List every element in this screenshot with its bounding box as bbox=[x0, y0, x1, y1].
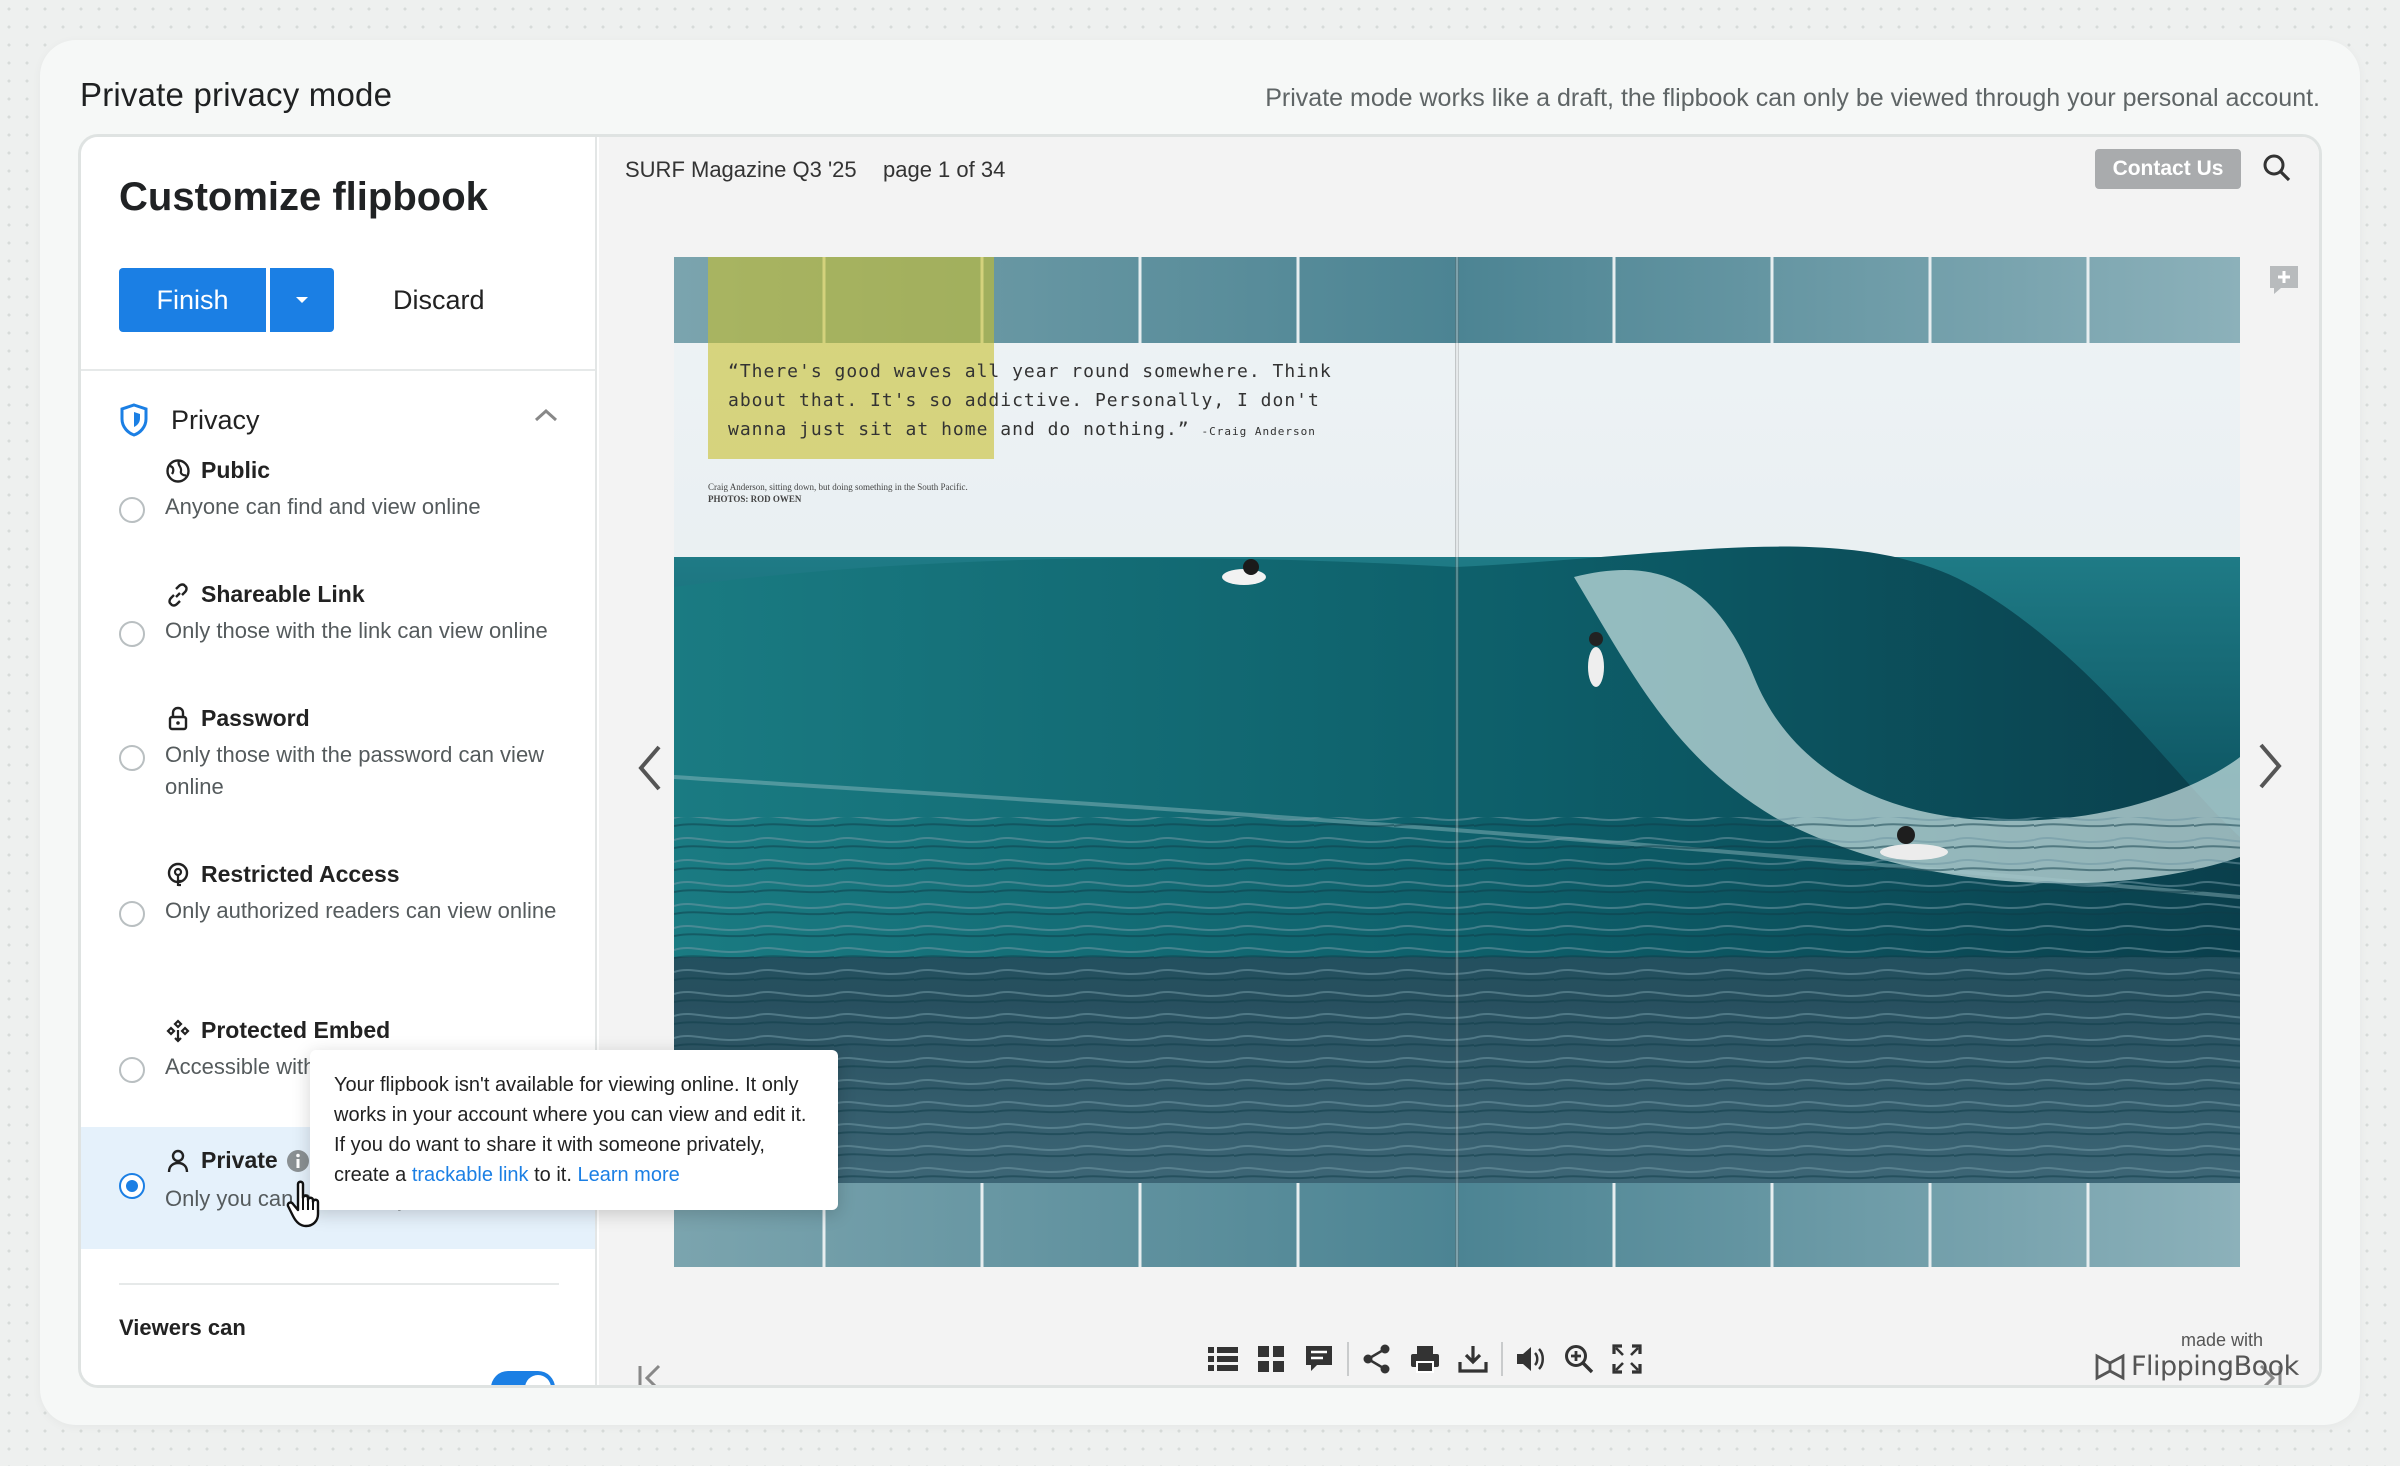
radio-public[interactable] bbox=[119, 497, 145, 523]
flipbook-viewer: SURF Magazine Q3 '25 page 1 of 34 Contac… bbox=[599, 137, 2319, 1385]
notes-button[interactable] bbox=[1295, 1337, 1343, 1381]
privacy-section-label: Privacy bbox=[171, 404, 260, 435]
option-desc-public: Anyone can find and view online bbox=[165, 494, 481, 519]
caption-text: Craig Anderson, sitting down, but doing … bbox=[708, 482, 968, 492]
first-page-icon[interactable] bbox=[637, 1363, 663, 1388]
zoom-button[interactable] bbox=[1555, 1337, 1603, 1381]
photo-caption: Craig Anderson, sitting down, but doing … bbox=[708, 481, 1008, 505]
list-icon bbox=[1208, 1347, 1238, 1371]
page-description: Private mode works like a draft, the fli… bbox=[1265, 84, 2320, 112]
viewers-can-heading: Viewers can bbox=[119, 1315, 246, 1340]
fullscreen-icon bbox=[1612, 1344, 1642, 1374]
radio-protected-embed[interactable] bbox=[119, 1057, 145, 1083]
learn-more-link[interactable]: Learn more bbox=[577, 1164, 679, 1186]
chevron-up-icon[interactable] bbox=[533, 407, 559, 423]
radio-password[interactable] bbox=[119, 745, 145, 771]
print-button[interactable] bbox=[1401, 1337, 1449, 1381]
magazine-spread[interactable]: “There's good waves all year round somew… bbox=[674, 257, 2240, 1267]
option-desc-restricted-access: Only authorized readers can view online bbox=[165, 898, 557, 923]
option-desc-password: Only those with the password can view on… bbox=[165, 742, 545, 799]
zoom-in-icon bbox=[1565, 1345, 1594, 1374]
viewers-toggle[interactable] bbox=[491, 1371, 555, 1385]
privacy-option-shareable-link[interactable]: Shareable Link Only those with the link … bbox=[81, 581, 595, 691]
restricted-icon bbox=[167, 862, 189, 886]
share-icon bbox=[1363, 1344, 1390, 1374]
speaker-icon bbox=[1517, 1347, 1544, 1371]
privacy-option-restricted-access[interactable]: Restricted Access Only authorized reader… bbox=[81, 861, 595, 991]
magazine-quote: “There's good waves all year round somew… bbox=[728, 357, 1348, 446]
option-name-public: Public bbox=[201, 457, 271, 483]
add-note-icon[interactable] bbox=[2267, 263, 2301, 297]
brand-name: FlippingBook bbox=[2131, 1351, 2299, 1382]
page-spine bbox=[1455, 257, 1459, 1267]
contact-us-button[interactable]: Contact Us bbox=[2095, 149, 2241, 189]
toolbar-separator bbox=[1501, 1342, 1503, 1376]
option-desc-shareable-link: Only those with the link can view online bbox=[165, 618, 548, 643]
table-of-contents-button[interactable] bbox=[1199, 1337, 1247, 1381]
private-info-tooltip: Your flipbook isn't available for viewin… bbox=[310, 1050, 838, 1210]
radio-private[interactable] bbox=[119, 1173, 145, 1199]
info-icon[interactable] bbox=[286, 1149, 310, 1173]
divider bbox=[119, 1283, 559, 1285]
tooltip-text-2: to it. bbox=[528, 1164, 578, 1186]
flippingbook-logo-icon bbox=[2095, 1353, 2125, 1380]
trackable-link[interactable]: trackable link bbox=[412, 1164, 529, 1186]
privacy-option-password[interactable]: Password Only those with the password ca… bbox=[81, 705, 595, 835]
sidebar-title: Customize flipbook bbox=[119, 175, 488, 219]
caret-down-icon bbox=[296, 297, 308, 303]
option-name-shareable-link: Shareable Link bbox=[201, 581, 365, 607]
viewer-toolbar bbox=[1199, 1337, 1651, 1381]
quote-author: -Craig Anderson bbox=[1201, 425, 1316, 438]
download-icon bbox=[1458, 1346, 1488, 1373]
toolbar-separator bbox=[1347, 1342, 1349, 1376]
print-icon bbox=[1411, 1346, 1439, 1373]
previous-page-arrow[interactable] bbox=[635, 743, 665, 793]
fullscreen-button[interactable] bbox=[1603, 1337, 1651, 1381]
radio-restricted-access[interactable] bbox=[119, 901, 145, 927]
person-icon bbox=[167, 1149, 189, 1172]
radio-shareable-link[interactable] bbox=[119, 621, 145, 647]
divider bbox=[81, 369, 595, 371]
option-name-private: Private bbox=[201, 1147, 278, 1173]
page-indicator: page 1 of 34 bbox=[883, 157, 1006, 182]
page-title: Private privacy mode bbox=[80, 76, 393, 113]
globe-icon bbox=[166, 458, 190, 483]
sound-button[interactable] bbox=[1507, 1337, 1555, 1381]
discard-button[interactable]: Discard bbox=[393, 268, 485, 332]
finish-dropdown-button[interactable] bbox=[270, 268, 334, 332]
caption-credit: PHOTOS: ROD OWEN bbox=[708, 494, 802, 504]
privacy-option-public[interactable]: Public Anyone can find and view online bbox=[81, 457, 595, 567]
search-icon[interactable] bbox=[2262, 153, 2292, 183]
embed-icon bbox=[166, 1018, 190, 1043]
flippingbook-logo[interactable]: FlippingBook bbox=[2095, 1351, 2299, 1382]
option-name-protected-embed: Protected Embed bbox=[201, 1017, 391, 1043]
document-title: SURF Magazine Q3 '25 bbox=[625, 157, 857, 182]
share-button[interactable] bbox=[1353, 1337, 1401, 1381]
option-name-restricted-access: Restricted Access bbox=[201, 861, 400, 887]
download-button[interactable] bbox=[1449, 1337, 1497, 1381]
comment-icon bbox=[1306, 1346, 1332, 1371]
privacy-section-header[interactable]: Privacy bbox=[119, 395, 559, 445]
option-name-password: Password bbox=[201, 705, 310, 731]
finish-button[interactable]: Finish bbox=[119, 268, 266, 332]
lock-icon bbox=[168, 706, 188, 730]
grid-icon bbox=[1258, 1346, 1284, 1372]
shield-icon bbox=[120, 403, 148, 437]
made-with-label: made with bbox=[2180, 1330, 2263, 1350]
next-page-arrow[interactable] bbox=[2255, 741, 2285, 791]
thumbnails-button[interactable] bbox=[1247, 1337, 1295, 1381]
link-icon bbox=[168, 582, 188, 607]
hand-cursor-icon bbox=[286, 1180, 320, 1228]
